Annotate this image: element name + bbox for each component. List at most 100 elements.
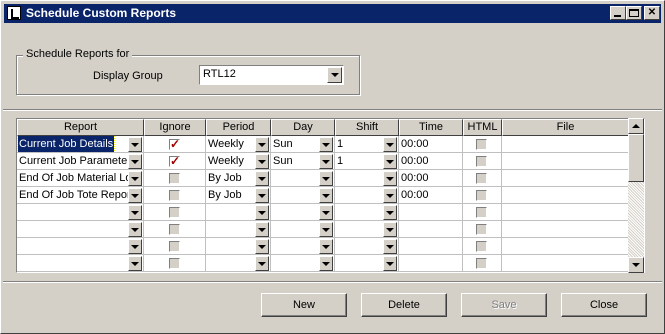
- cell-time[interactable]: [399, 255, 463, 272]
- cell-time[interactable]: [399, 204, 463, 221]
- cell-report[interactable]: [17, 238, 144, 255]
- cell-shift[interactable]: [335, 170, 399, 187]
- cell-period[interactable]: Weekly: [206, 153, 271, 170]
- chevron-down-icon[interactable]: [319, 188, 333, 203]
- delete-button[interactable]: Delete: [361, 293, 447, 317]
- ignore-checkbox[interactable]: ✓: [169, 138, 180, 150]
- reports-grid[interactable]: Report Ignore Period Day Shift Time HTML File Cu…: [16, 118, 645, 273]
- grid-vertical-scrollbar[interactable]: [628, 118, 644, 273]
- cell-html[interactable]: [463, 238, 502, 255]
- cell-shift[interactable]: [335, 204, 399, 221]
- chevron-down-icon[interactable]: [128, 205, 142, 220]
- ignore-checkbox[interactable]: ✓: [169, 155, 180, 167]
- cell-day[interactable]: [271, 204, 335, 221]
- cell-shift[interactable]: 1: [335, 136, 399, 153]
- chevron-down-icon[interactable]: [383, 222, 397, 237]
- cell-report[interactable]: [17, 255, 144, 272]
- chevron-down-icon[interactable]: [319, 171, 333, 186]
- cell-period[interactable]: [206, 255, 271, 272]
- cell-day[interactable]: [271, 238, 335, 255]
- cell-time[interactable]: [399, 238, 463, 255]
- chevron-down-icon[interactable]: [255, 188, 269, 203]
- cell-time[interactable]: [399, 221, 463, 238]
- cell-period[interactable]: [206, 238, 271, 255]
- cell-file[interactable]: [502, 238, 629, 255]
- chevron-down-icon[interactable]: [128, 188, 142, 203]
- scroll-up-button[interactable]: [628, 118, 644, 134]
- close-button[interactable]: Close: [561, 293, 647, 317]
- cell-time[interactable]: 00:00: [399, 153, 463, 170]
- cell-ignore[interactable]: [144, 204, 206, 221]
- chevron-down-icon[interactable]: [319, 256, 333, 271]
- cell-report[interactable]: End Of Job Material Lo: [17, 170, 144, 187]
- chevron-down-icon[interactable]: [319, 137, 333, 152]
- cell-file[interactable]: [502, 153, 629, 170]
- cell-ignore[interactable]: [144, 187, 206, 204]
- cell-period[interactable]: Weekly: [206, 136, 271, 153]
- cell-report[interactable]: [17, 221, 144, 238]
- cell-day[interactable]: [271, 170, 335, 187]
- cell-shift[interactable]: [335, 238, 399, 255]
- ignore-checkbox[interactable]: [169, 173, 180, 184]
- chevron-down-icon[interactable]: [255, 171, 269, 186]
- chevron-down-icon[interactable]: [128, 222, 142, 237]
- cell-day[interactable]: [271, 187, 335, 204]
- cell-report[interactable]: End Of Job Tote Repor: [17, 187, 144, 204]
- ignore-checkbox[interactable]: [169, 241, 180, 252]
- ignore-checkbox[interactable]: [169, 190, 180, 201]
- cell-day[interactable]: Sun: [271, 153, 335, 170]
- chevron-down-icon[interactable]: [383, 188, 397, 203]
- html-checkbox[interactable]: [476, 190, 487, 201]
- chevron-down-icon[interactable]: [319, 239, 333, 254]
- chevron-down-icon[interactable]: [383, 171, 397, 186]
- cell-html[interactable]: [463, 187, 502, 204]
- cell-day[interactable]: [271, 255, 335, 272]
- cell-period[interactable]: [206, 204, 271, 221]
- cell-day[interactable]: Sun: [271, 136, 335, 153]
- chevron-down-icon[interactable]: [383, 154, 397, 169]
- cell-time[interactable]: 00:00: [399, 187, 463, 204]
- cell-html[interactable]: [463, 221, 502, 238]
- chevron-down-icon[interactable]: [128, 154, 142, 169]
- chevron-down-icon[interactable]: [255, 222, 269, 237]
- display-group-dropdown[interactable]: RTL12: [199, 65, 344, 85]
- html-checkbox[interactable]: [476, 224, 487, 235]
- chevron-down-icon[interactable]: [255, 137, 269, 152]
- cell-period[interactable]: By Job: [206, 187, 271, 204]
- chevron-down-icon[interactable]: [128, 239, 142, 254]
- cell-file[interactable]: [502, 221, 629, 238]
- cell-ignore[interactable]: [144, 255, 206, 272]
- chevron-down-icon[interactable]: [255, 205, 269, 220]
- chevron-down-icon[interactable]: [383, 205, 397, 220]
- save-button[interactable]: Save: [461, 293, 547, 317]
- cell-ignore[interactable]: [144, 170, 206, 187]
- chevron-down-icon[interactable]: [255, 239, 269, 254]
- cell-ignore[interactable]: [144, 221, 206, 238]
- cell-file[interactable]: [502, 136, 629, 153]
- scroll-thumb[interactable]: [628, 134, 644, 182]
- cell-shift[interactable]: [335, 255, 399, 272]
- cell-period[interactable]: [206, 221, 271, 238]
- cell-html[interactable]: [463, 153, 502, 170]
- ignore-checkbox[interactable]: [169, 258, 180, 269]
- cell-day[interactable]: [271, 221, 335, 238]
- chevron-down-icon[interactable]: [128, 137, 142, 152]
- chevron-down-icon[interactable]: [319, 154, 333, 169]
- cell-report[interactable]: [17, 204, 144, 221]
- ignore-checkbox[interactable]: [169, 224, 180, 235]
- cell-file[interactable]: [502, 170, 629, 187]
- cell-ignore[interactable]: ✓: [144, 136, 206, 153]
- chevron-down-icon[interactable]: [383, 239, 397, 254]
- title-bar[interactable]: Schedule Custom Reports ✕: [4, 4, 661, 23]
- cell-report[interactable]: Current Job Parameter: [17, 153, 144, 170]
- html-checkbox[interactable]: [476, 207, 487, 218]
- cell-ignore[interactable]: ✓: [144, 153, 206, 170]
- ignore-checkbox[interactable]: [169, 207, 180, 218]
- cell-html[interactable]: [463, 170, 502, 187]
- cell-html[interactable]: [463, 204, 502, 221]
- maximize-button[interactable]: [626, 6, 642, 20]
- chevron-down-icon[interactable]: [383, 137, 397, 152]
- html-checkbox[interactable]: [476, 173, 487, 184]
- chevron-down-icon[interactable]: [383, 256, 397, 271]
- cell-html[interactable]: [463, 255, 502, 272]
